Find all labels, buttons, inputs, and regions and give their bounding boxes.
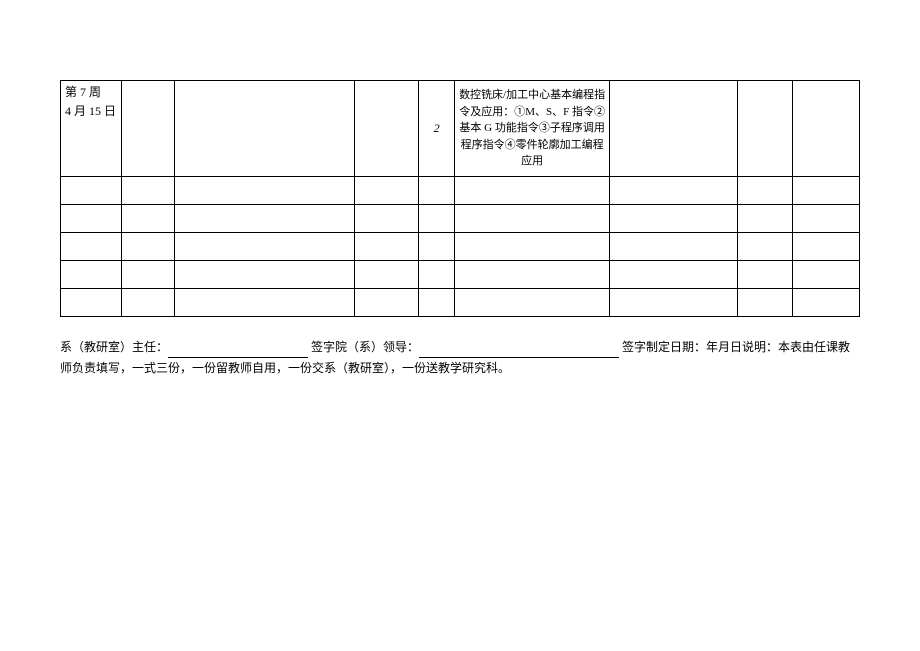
schedule-table: 第 7 周 4 月 15 日 2 数控铣床/加工中心基本编程指令及应用：①M、S、… bbox=[60, 80, 860, 317]
cell-week bbox=[61, 260, 122, 288]
cell-hours: 2 bbox=[419, 81, 455, 177]
cell-content bbox=[454, 232, 609, 260]
cell-col8 bbox=[737, 204, 792, 232]
cell-col2 bbox=[122, 232, 175, 260]
cell-col7 bbox=[610, 260, 738, 288]
table-row bbox=[61, 288, 860, 316]
cell-col9 bbox=[793, 288, 860, 316]
cell-col7 bbox=[610, 288, 738, 316]
cell-col3 bbox=[175, 232, 355, 260]
table-row bbox=[61, 260, 860, 288]
cell-week bbox=[61, 232, 122, 260]
cell-hours bbox=[419, 288, 455, 316]
cell-col4 bbox=[355, 232, 419, 260]
cell-col9 bbox=[793, 260, 860, 288]
week-text-line2: 4 月 15 日 bbox=[65, 104, 116, 118]
cell-col3 bbox=[175, 260, 355, 288]
signature-line-dept-head bbox=[168, 344, 308, 358]
week-text-line1: 第 7 周 bbox=[65, 85, 101, 99]
cell-col9 bbox=[793, 232, 860, 260]
cell-col2 bbox=[122, 81, 175, 177]
cell-col4 bbox=[355, 288, 419, 316]
cell-col7 bbox=[610, 204, 738, 232]
table-row bbox=[61, 232, 860, 260]
cell-col2 bbox=[122, 176, 175, 204]
cell-col7 bbox=[610, 176, 738, 204]
footer-signature-block: 系（教研室）主任： 签字院（系）领导： 签字制定日期：年月日说明：本表由任课教师… bbox=[60, 337, 860, 380]
cell-content bbox=[454, 176, 609, 204]
cell-col3 bbox=[175, 204, 355, 232]
cell-col3 bbox=[175, 81, 355, 177]
cell-content bbox=[454, 288, 609, 316]
footer-dean-label: 签字院（系）领导： bbox=[311, 340, 419, 354]
cell-col4 bbox=[355, 260, 419, 288]
cell-hours bbox=[419, 204, 455, 232]
cell-content bbox=[454, 260, 609, 288]
cell-col9 bbox=[793, 204, 860, 232]
cell-col8 bbox=[737, 81, 792, 177]
cell-content bbox=[454, 204, 609, 232]
cell-col9 bbox=[793, 176, 860, 204]
cell-col8 bbox=[737, 288, 792, 316]
signature-line-dean bbox=[419, 344, 619, 358]
cell-col7 bbox=[610, 232, 738, 260]
cell-week: 第 7 周 4 月 15 日 bbox=[61, 81, 122, 177]
cell-col3 bbox=[175, 288, 355, 316]
table-row bbox=[61, 176, 860, 204]
cell-hours bbox=[419, 176, 455, 204]
cell-col8 bbox=[737, 260, 792, 288]
table-row bbox=[61, 204, 860, 232]
cell-col2 bbox=[122, 204, 175, 232]
cell-col2 bbox=[122, 260, 175, 288]
cell-content: 数控铣床/加工中心基本编程指令及应用：①M、S、F 指令②基本 G 功能指令③子… bbox=[454, 81, 609, 177]
cell-hours bbox=[419, 232, 455, 260]
cell-col8 bbox=[737, 232, 792, 260]
cell-week bbox=[61, 288, 122, 316]
cell-hours bbox=[419, 260, 455, 288]
cell-col3 bbox=[175, 176, 355, 204]
table-row: 第 7 周 4 月 15 日 2 数控铣床/加工中心基本编程指令及应用：①M、S、… bbox=[61, 81, 860, 177]
cell-col9 bbox=[793, 81, 860, 177]
footer-dept-head-label: 系（教研室）主任： bbox=[60, 340, 168, 354]
cell-col4 bbox=[355, 176, 419, 204]
cell-col4 bbox=[355, 81, 419, 177]
cell-col7 bbox=[610, 81, 738, 177]
cell-col4 bbox=[355, 204, 419, 232]
cell-col8 bbox=[737, 176, 792, 204]
cell-week bbox=[61, 204, 122, 232]
cell-week bbox=[61, 176, 122, 204]
cell-col2 bbox=[122, 288, 175, 316]
